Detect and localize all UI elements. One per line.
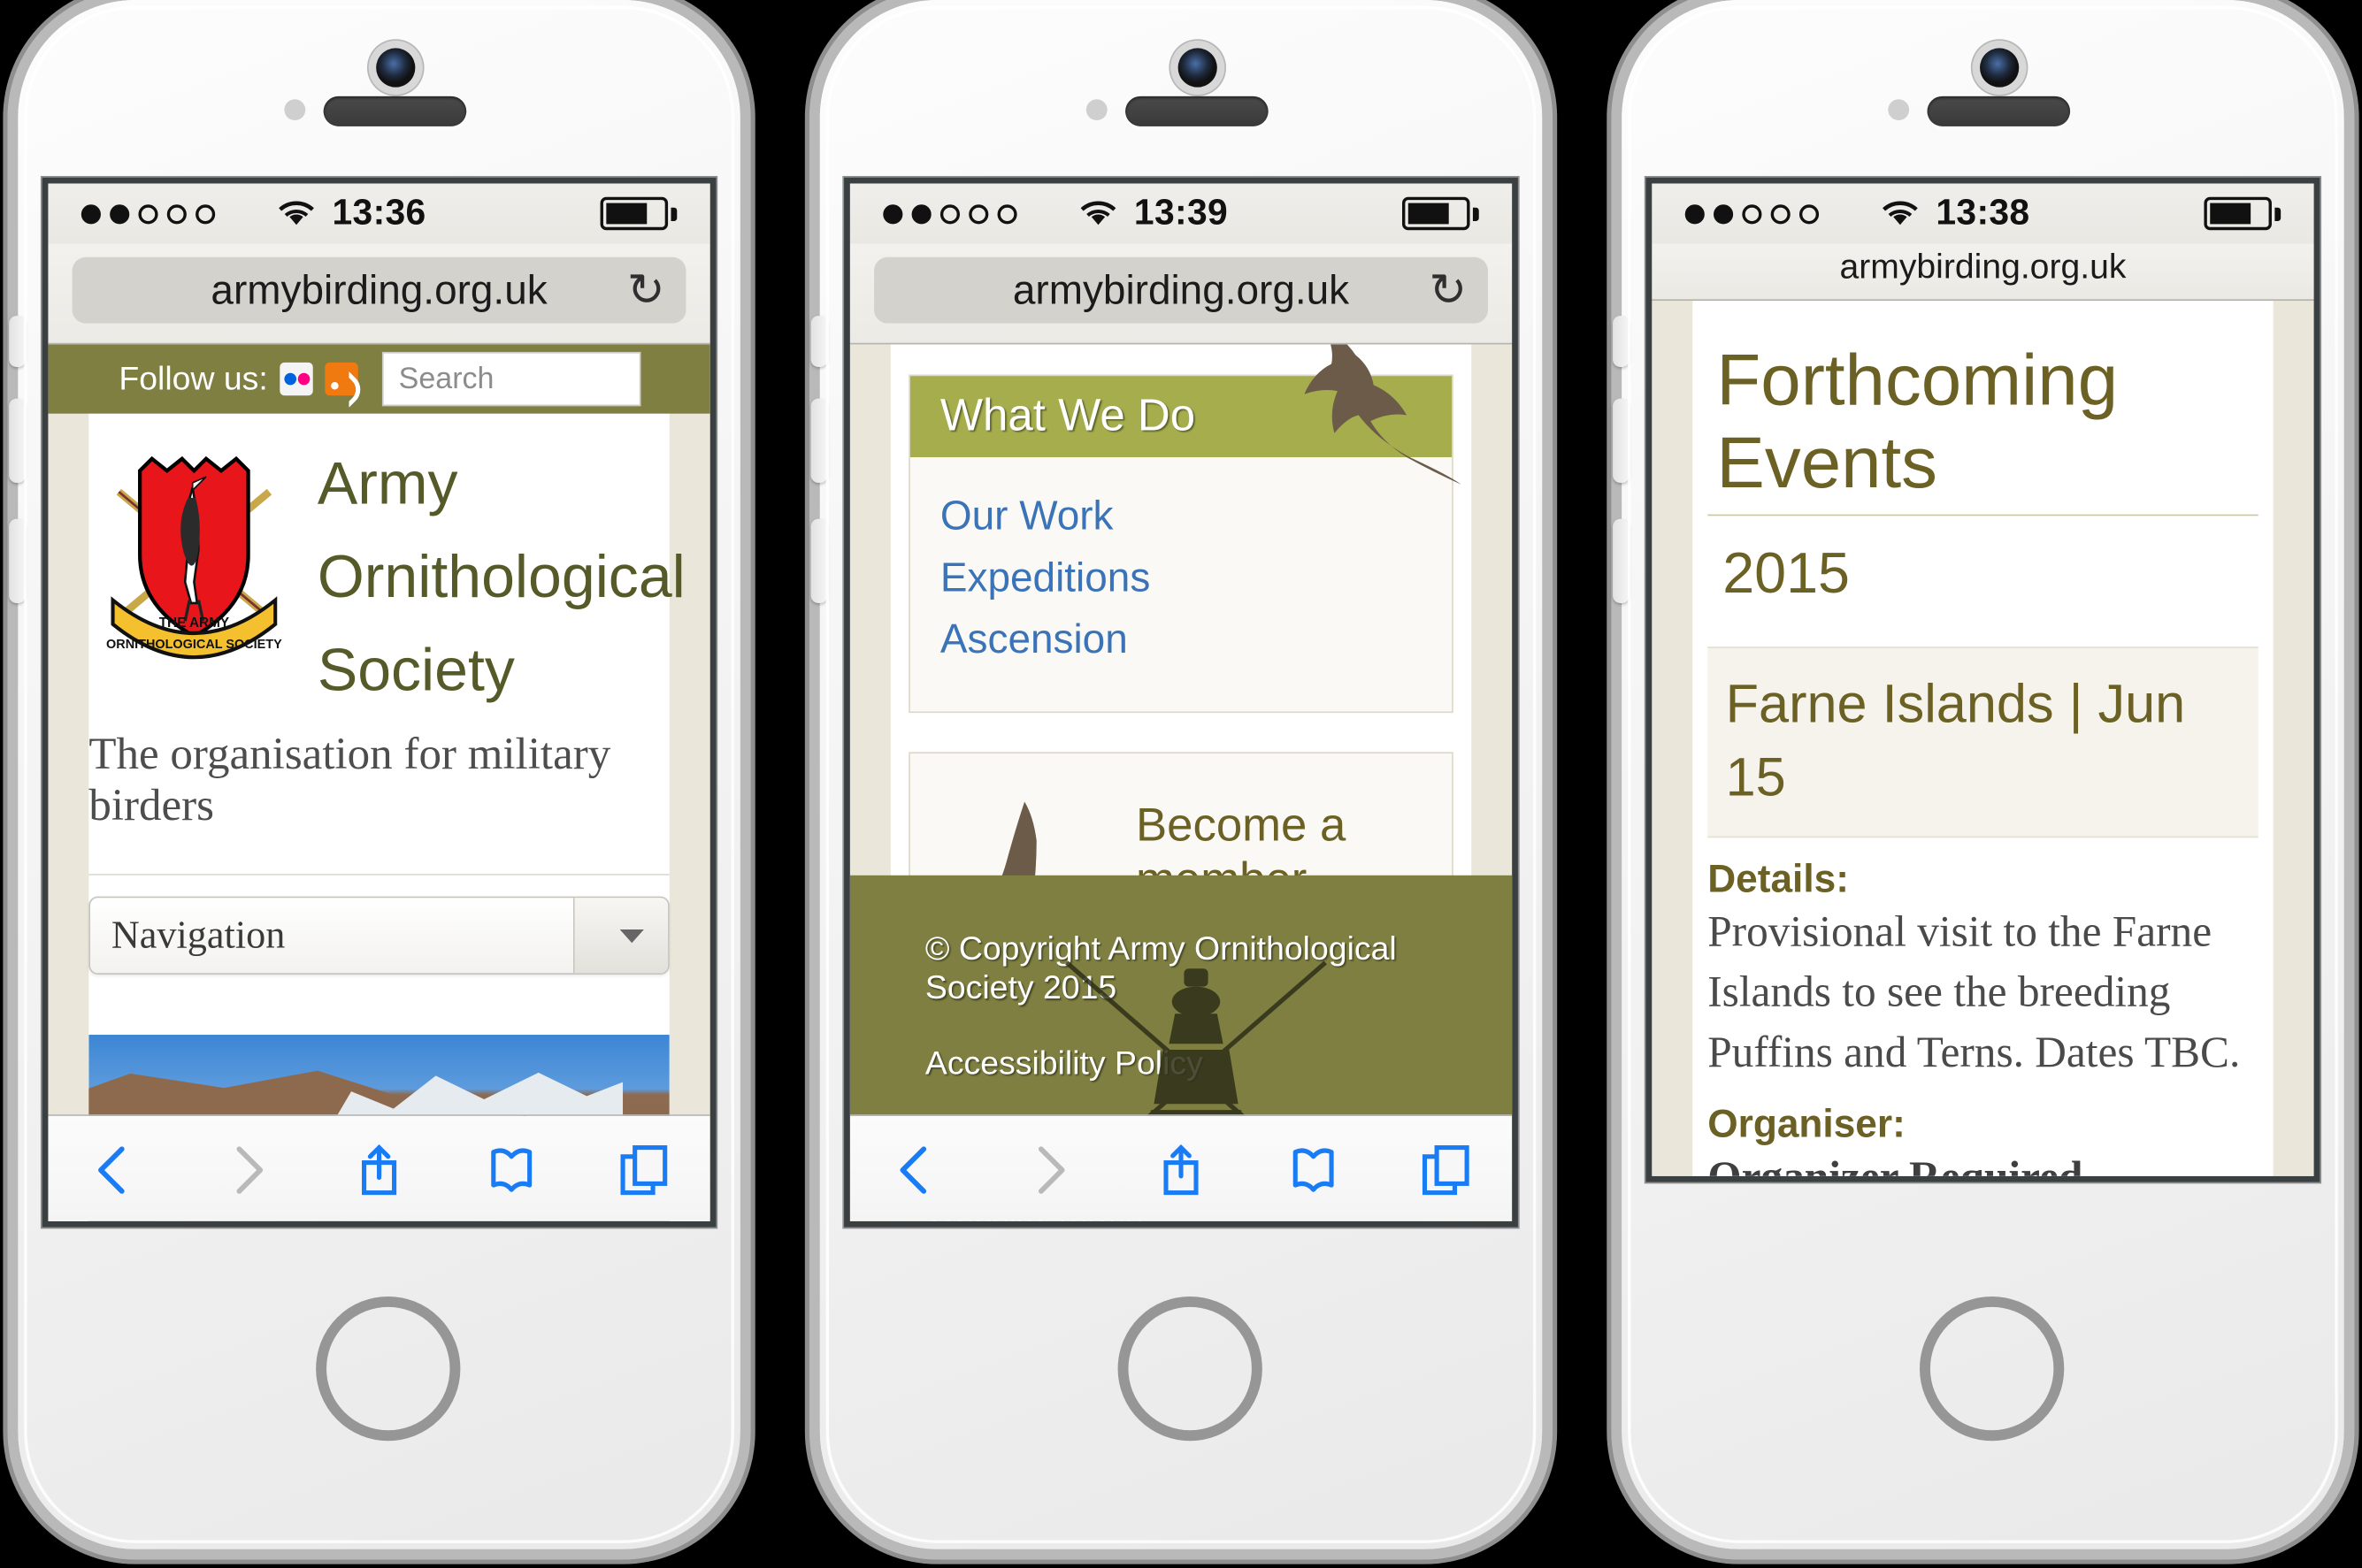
link-expeditions[interactable]: Expeditions	[940, 555, 1452, 602]
phone-1-page: Follow us: Search THE ARMY ORNITHOLOGICA…	[48, 344, 710, 1221]
home-button[interactable]	[1920, 1296, 2065, 1442]
organiser-value: Organizer Required	[1707, 1148, 2258, 1176]
what-we-do-card: What We Do Our Work Expeditions Ascensio…	[909, 344, 1461, 714]
url-text: armybirding.org.uk	[1839, 246, 2127, 287]
phone-2-screen: 13:39 armybirding.org.uk ↻ What We Do Ou…	[844, 177, 1518, 1228]
home-button[interactable]	[1117, 1296, 1262, 1442]
browser-address-bar[interactable]: armybirding.org.uk ↻	[849, 243, 1513, 345]
svg-text:ORNITHOLOGICAL SOCIETY: ORNITHOLOGICAL SOCIETY	[106, 638, 282, 652]
site-tagline: The organisation for military birders	[88, 729, 611, 830]
flying-hawk-silhouette-icon	[1304, 344, 1461, 485]
back-icon[interactable]	[882, 1136, 951, 1205]
share-icon[interactable]	[1146, 1136, 1216, 1205]
page-wrapper: Follow us: Search THE ARMY ORNITHOLOGICA…	[48, 344, 710, 1221]
tabs-icon[interactable]	[1411, 1136, 1480, 1205]
page-title: Forthcoming Events	[1707, 316, 2258, 516]
organiser-label: Organiser:	[1707, 1101, 1906, 1147]
event-title[interactable]: Farne Islands | Jun 15	[1707, 646, 2258, 838]
search-input[interactable]: Search	[381, 351, 641, 407]
chevron-down-icon[interactable]	[572, 898, 669, 974]
forward-icon	[1014, 1136, 1083, 1205]
site-utility-bar: Follow us: Search	[48, 344, 710, 414]
svg-text:THE ARMY: THE ARMY	[159, 616, 229, 631]
details-label: Details:	[1707, 855, 1849, 902]
page-wrapper: Forthcoming Events 2015 Farne Islands | …	[1692, 301, 2274, 1176]
earpiece-speaker	[323, 96, 467, 126]
status-bar: 13:38	[1652, 183, 2314, 244]
front-camera-icon	[1980, 48, 2020, 88]
forward-icon	[212, 1136, 281, 1205]
front-camera-icon	[376, 48, 416, 88]
silent-switch[interactable]	[810, 316, 828, 367]
volume-down-button[interactable]	[810, 518, 828, 603]
follow-us-label: Follow us:	[119, 359, 268, 397]
reload-icon[interactable]: ↻	[627, 264, 665, 317]
url-field[interactable]: armybirding.org.uk ↻	[72, 256, 686, 324]
browser-address-bar[interactable]: armybirding.org.uk	[1652, 243, 2314, 302]
phone-2: 13:39 armybirding.org.uk ↻ What We Do Ou…	[810, 0, 1543, 1549]
volume-up-button[interactable]	[1613, 398, 1630, 483]
phone-1-screen: 13:36 armybirding.org.uk ↻ Follow us: Se…	[42, 177, 717, 1228]
phone-3-page: Forthcoming Events 2015 Farne Islands | …	[1652, 301, 2314, 1176]
bookmarks-icon[interactable]	[1279, 1136, 1348, 1205]
link-ascension[interactable]: Ascension	[940, 616, 1452, 663]
event-item: Farne Islands | Jun 15 Details: Provisio…	[1707, 646, 2258, 1176]
flickr-icon[interactable]	[280, 362, 313, 396]
volume-down-button[interactable]	[1613, 518, 1630, 603]
earpiece-speaker	[1927, 96, 2071, 126]
site-title: Army Ornithological Society	[318, 438, 686, 717]
site-title-line-2: Ornithological	[317, 544, 686, 611]
url-field[interactable]: armybirding.org.uk ↻	[874, 256, 1488, 324]
what-we-do-title: What We Do	[939, 391, 1196, 441]
society-crest-logo: THE ARMY ORNITHOLOGICAL SOCIETY	[106, 455, 282, 660]
url-text: armybirding.org.uk	[1012, 266, 1350, 312]
divider	[88, 874, 670, 876]
silent-switch[interactable]	[1613, 316, 1630, 367]
status-bar: 13:39	[849, 183, 1513, 244]
tabs-icon[interactable]	[610, 1136, 679, 1205]
front-camera-icon	[1177, 48, 1217, 88]
status-time: 13:39	[1133, 192, 1229, 233]
reload-icon[interactable]: ↻	[1429, 264, 1467, 317]
browser-address-bar[interactable]: armybirding.org.uk ↻	[48, 243, 710, 345]
phone-3: 13:38 armybirding.org.uk Forthcoming Eve…	[1613, 0, 2344, 1549]
status-time: 13:36	[332, 192, 426, 233]
proximity-sensor-icon	[1085, 99, 1108, 121]
details-value: Provisional visit to the Farne Islands t…	[1707, 908, 2241, 1078]
phone-2-page: What We Do Our Work Expeditions Ascensio…	[849, 344, 1513, 1221]
silent-switch[interactable]	[9, 316, 26, 367]
proximity-sensor-icon	[284, 99, 306, 121]
volume-up-button[interactable]	[810, 398, 828, 483]
proximity-sensor-icon	[1888, 99, 1910, 121]
home-button[interactable]	[316, 1296, 461, 1442]
events-year: 2015	[1722, 542, 1851, 607]
phone-3-screen: 13:38 armybirding.org.uk Forthcoming Eve…	[1645, 177, 2320, 1182]
site-header: THE ARMY ORNITHOLOGICAL SOCIETY Army Orn…	[88, 414, 686, 718]
earpiece-speaker	[1125, 96, 1269, 126]
volume-down-button[interactable]	[9, 518, 26, 603]
volume-up-button[interactable]	[9, 398, 26, 483]
browser-toolbar	[48, 1114, 710, 1221]
status-bar: 13:36	[48, 183, 710, 244]
navigation-select[interactable]: Navigation	[88, 896, 670, 975]
browser-toolbar	[849, 1114, 1513, 1221]
url-text: armybirding.org.uk	[211, 266, 548, 312]
status-time: 13:38	[1936, 192, 2030, 233]
rss-icon[interactable]	[325, 362, 358, 396]
back-icon[interactable]	[80, 1136, 149, 1205]
site-title-line-3: Society	[317, 638, 515, 704]
site-title-line-1: Army	[317, 451, 458, 518]
phone-1: 13:36 armybirding.org.uk ↻ Follow us: Se…	[9, 0, 740, 1549]
bookmarks-icon[interactable]	[477, 1136, 546, 1205]
share-icon[interactable]	[344, 1136, 413, 1205]
what-we-do-heading: What We Do	[909, 344, 1461, 485]
navigation-select-label: Navigation	[111, 913, 286, 957]
